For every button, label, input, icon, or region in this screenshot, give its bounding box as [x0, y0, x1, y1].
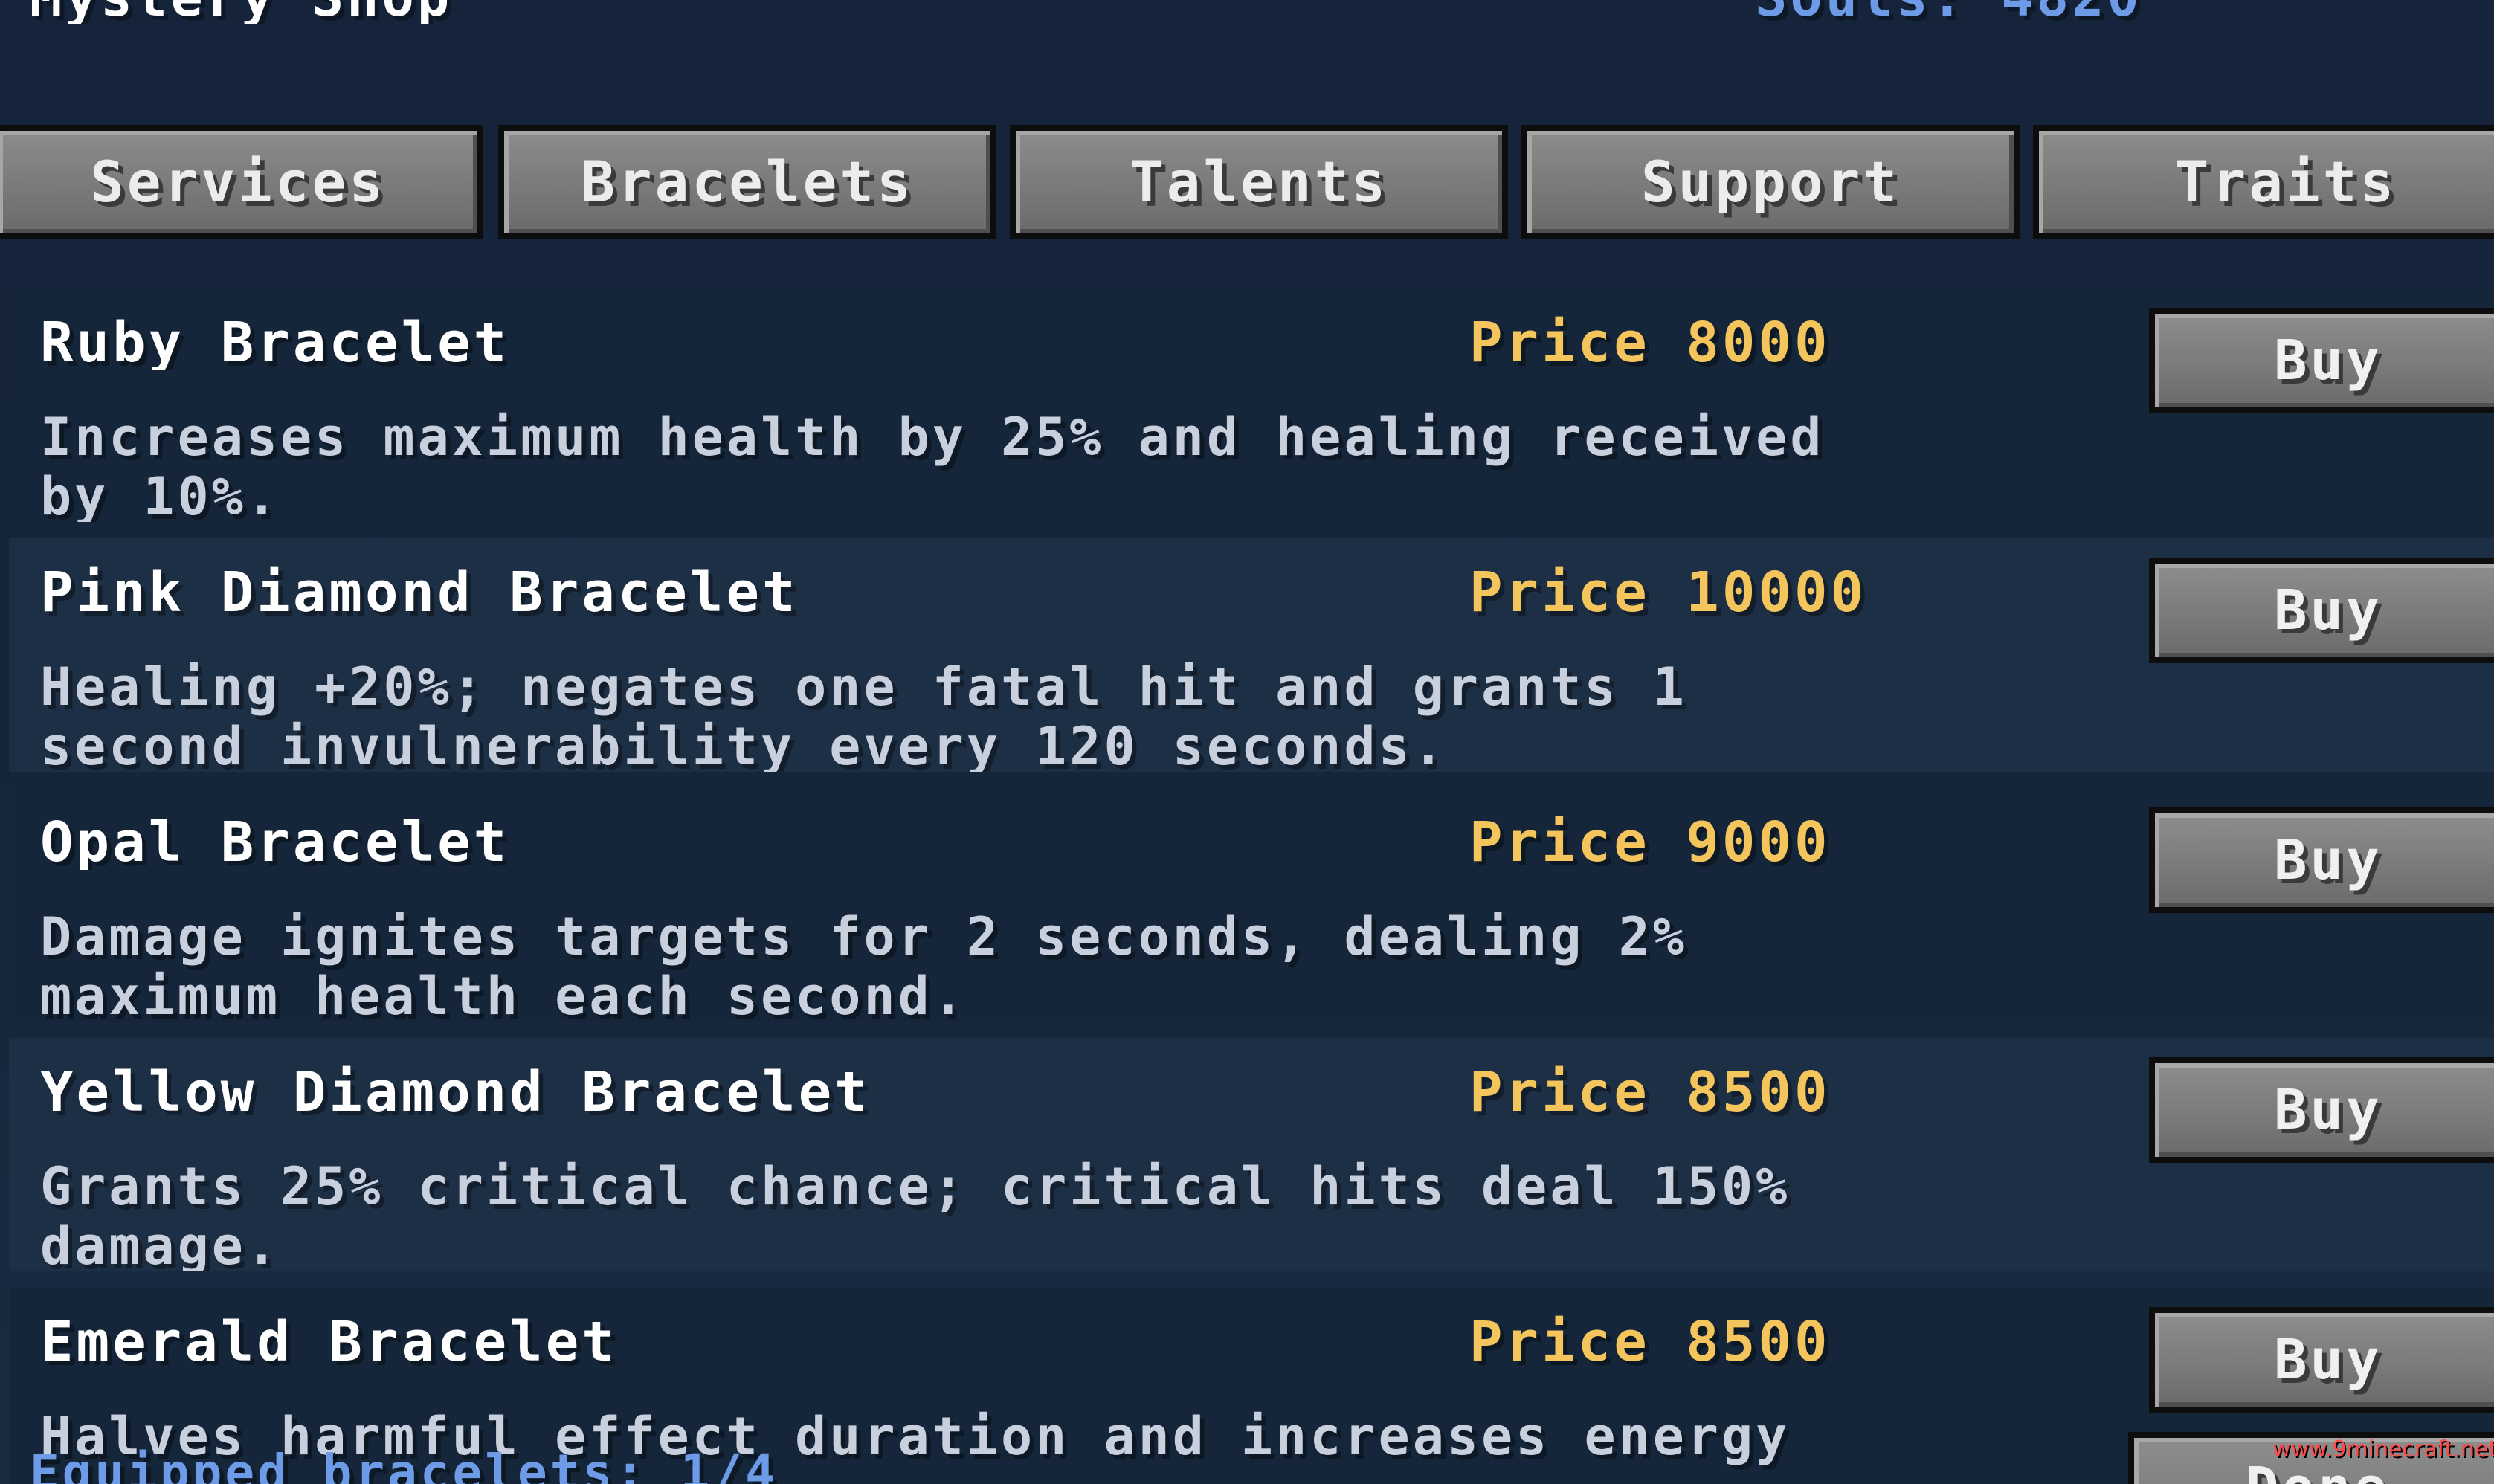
item-description: Damage ignites targets for 2 seconds, de…	[40, 907, 1687, 1022]
buy-label: Buy	[2274, 578, 2382, 642]
buy-label: Buy	[2274, 1328, 2382, 1392]
buy-button[interactable]: Buy	[2149, 807, 2494, 913]
item-name: Pink Diamond Bracelet	[40, 565, 799, 620]
tab-label: Traits	[2174, 149, 2397, 215]
buy-button[interactable]: Buy	[2149, 308, 2494, 413]
tab-talents[interactable]: Talents	[1010, 125, 1508, 239]
item-description: Grants 25% critical chance; critical hit…	[40, 1157, 1791, 1271]
tab-label: Support	[1640, 149, 1901, 215]
item-description: Increases maximum health by 25% and heal…	[40, 407, 1825, 522]
tab-label: Talents	[1129, 149, 1389, 215]
mystery-shop-screen: Mystery Shop Souls: 4820 Services Bracel…	[0, 0, 2494, 1484]
tab-label: Services	[89, 149, 387, 215]
item-description: Healing +20%; negates one fatal hit and …	[40, 657, 1687, 772]
shop-title: Mystery Shop	[30, 0, 452, 24]
tab-traits[interactable]: Traits	[2033, 125, 2494, 239]
souls-counter: Souls: 4820	[1755, 0, 2142, 24]
item-price: Price 8500	[1469, 1314, 1831, 1370]
shop-item-row: Opal Bracelet Price 9000 Damage ignites …	[9, 788, 2494, 1022]
buy-label: Buy	[2274, 828, 2382, 892]
tab-bracelets[interactable]: Bracelets	[498, 125, 996, 239]
tab-support[interactable]: Support	[1521, 125, 2020, 239]
item-price: Price 9000	[1469, 815, 1831, 870]
shop-item-row: Ruby Bracelet Price 8000 Increases maxim…	[9, 288, 2494, 522]
item-name: Ruby Bracelet	[40, 315, 510, 370]
buy-button[interactable]: Buy	[2149, 1307, 2494, 1413]
item-price: Price 8000	[1469, 315, 1831, 370]
equipped-count: Equipped bracelets: 1/4	[30, 1448, 778, 1484]
shop-item-row: Pink Diamond Bracelet Price 10000 Healin…	[9, 538, 2494, 772]
buy-label: Buy	[2274, 1078, 2382, 1142]
tab-label: Bracelets	[581, 149, 914, 215]
tab-services[interactable]: Services	[0, 125, 483, 239]
buy-button[interactable]: Buy	[2149, 558, 2494, 663]
item-price: Price 8500	[1469, 1065, 1831, 1120]
shop-item-row: Yellow Diamond Bracelet Price 8500 Grant…	[9, 1038, 2494, 1271]
watermark: www.9minecraft.net	[2272, 1436, 2494, 1462]
item-name: Opal Bracelet	[40, 815, 510, 870]
item-name: Yellow Diamond Bracelet	[40, 1065, 871, 1120]
item-name: Emerald Bracelet	[40, 1314, 618, 1370]
buy-button[interactable]: Buy	[2149, 1057, 2494, 1163]
item-price: Price 10000	[1469, 565, 1867, 620]
buy-label: Buy	[2274, 329, 2382, 393]
